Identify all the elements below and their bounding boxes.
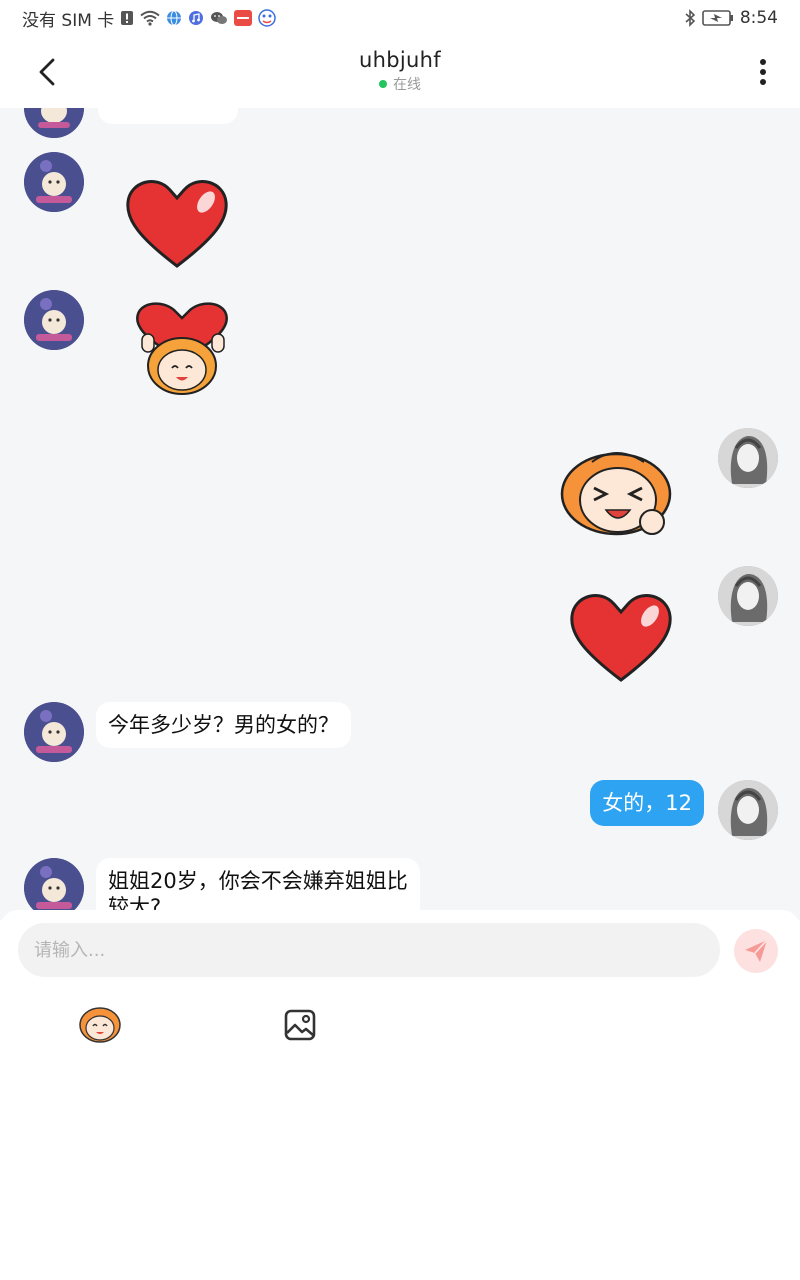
- message-other: [0, 108, 800, 138]
- message-input[interactable]: [18, 923, 720, 977]
- browser-icon: [166, 10, 182, 26]
- header-title-block: uhbjuhf 在线: [0, 48, 800, 94]
- avatar[interactable]: [24, 858, 84, 918]
- girl-holding-heart-sticker[interactable]: [124, 300, 242, 396]
- wechat-icon: [210, 10, 228, 26]
- avatar[interactable]: [24, 108, 84, 138]
- avatar[interactable]: [24, 702, 84, 762]
- message-me: [0, 566, 800, 686]
- message-me: [0, 428, 800, 548]
- avatar[interactable]: [24, 290, 84, 350]
- app-icon: [234, 10, 253, 26]
- message-text-line: 姐姐20岁，你会不会嫌弃姐姐比: [108, 869, 408, 893]
- baidu-icon: [258, 9, 277, 27]
- music-icon: [188, 10, 204, 26]
- chat-screen: 没有 SIM 卡 8:54 uhbjuhf 在线 今年多少岁？男的女的？ 女的，…: [0, 0, 800, 1280]
- message-bubble[interactable]: [98, 108, 238, 124]
- more-vertical-icon: [760, 59, 766, 85]
- composer: [0, 910, 800, 1280]
- message-other: [0, 290, 800, 410]
- message-other: [0, 152, 800, 282]
- image-button[interactable]: [278, 1003, 322, 1047]
- message-bubble[interactable]: 今年多少岁？男的女的？: [96, 702, 351, 748]
- more-options-button[interactable]: [746, 54, 780, 90]
- send-button[interactable]: [734, 929, 778, 973]
- avatar[interactable]: [24, 152, 84, 212]
- clock-time: 8:54: [739, 8, 778, 28]
- sticker-button[interactable]: [78, 1003, 122, 1047]
- avatar[interactable]: [718, 780, 778, 840]
- sim-alert-icon: [120, 10, 134, 26]
- status-bar: 没有 SIM 卡 8:54: [0, 0, 800, 36]
- sticker-face-icon: [79, 1007, 121, 1043]
- heart-sticker[interactable]: [120, 172, 235, 272]
- avatar[interactable]: [718, 566, 778, 626]
- wifi-icon: [140, 10, 160, 26]
- carrier-text: 没有 SIM 卡: [22, 10, 115, 31]
- image-icon: [284, 1009, 316, 1041]
- contact-name: uhbjuhf: [359, 48, 441, 72]
- status-right: 8:54: [684, 8, 778, 28]
- send-plane-icon: [745, 939, 768, 962]
- battery-charging-icon: [702, 10, 734, 26]
- online-dot: [379, 80, 387, 88]
- chat-header: uhbjuhf 在线: [0, 36, 800, 108]
- bluetooth-icon: [684, 9, 696, 27]
- message-other: 今年多少岁？男的女的？: [0, 702, 800, 772]
- laughing-girl-sticker[interactable]: [556, 442, 680, 542]
- avatar[interactable]: [718, 428, 778, 488]
- status-left: 没有 SIM 卡: [22, 6, 277, 31]
- message-list[interactable]: 今年多少岁？男的女的？ 女的，12 姐姐20岁，你会不会嫌弃姐姐比 较大?: [0, 108, 800, 920]
- message-me: 女的，12: [0, 780, 800, 850]
- heart-sticker[interactable]: [564, 586, 679, 686]
- online-status: 在线: [0, 74, 800, 94]
- message-bubble[interactable]: 女的，12: [590, 780, 704, 826]
- online-status-text: 在线: [393, 77, 421, 93]
